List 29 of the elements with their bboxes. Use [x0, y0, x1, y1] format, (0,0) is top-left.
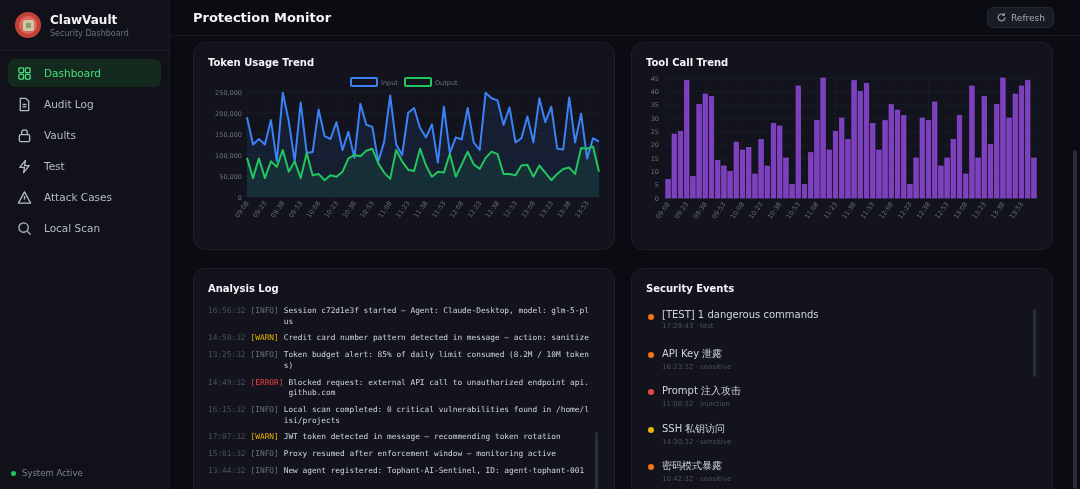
card-title: Tool Call Trend [646, 57, 730, 68]
warning-icon [17, 189, 32, 205]
app-subtitle: Security Dashboard [50, 28, 129, 38]
logo-icon [14, 11, 42, 39]
event-title: Prompt 注入攻击 [662, 384, 742, 398]
status-text: System Active [22, 468, 83, 478]
refresh-button[interactable]: Refresh [987, 7, 1054, 28]
document-icon [17, 96, 32, 112]
nav-item[interactable]: Audit Log [8, 90, 161, 118]
nav-item[interactable]: Attack Cases [8, 183, 161, 211]
card-title: Token Usage Trend [208, 57, 316, 68]
refresh-icon [996, 12, 1007, 23]
lock-icon [17, 127, 32, 143]
page-title: Protection Monitor [193, 10, 332, 25]
scrollbar[interactable] [1073, 150, 1077, 489]
lightning-icon [17, 158, 32, 174]
event-title: 密码模式暴露 [662, 459, 723, 473]
card-title: Security Events [646, 283, 736, 294]
app-title: ClawVault [50, 12, 119, 27]
card-title: Analysis Log [208, 283, 280, 294]
nav-item[interactable]: Local Scan [8, 214, 161, 242]
nav-item[interactable]: Test [8, 152, 161, 180]
event-title: SSH 私钥访问 [662, 421, 727, 436]
search-icon [17, 220, 32, 236]
grid-icon [17, 65, 32, 81]
event-title: [TEST] 1 dangerous commands [662, 309, 819, 320]
event-title: API Key 泄露 [662, 346, 724, 361]
nav-item[interactable]: Vaults [8, 121, 161, 149]
nav-item[interactable]: Dashboard [8, 59, 161, 87]
